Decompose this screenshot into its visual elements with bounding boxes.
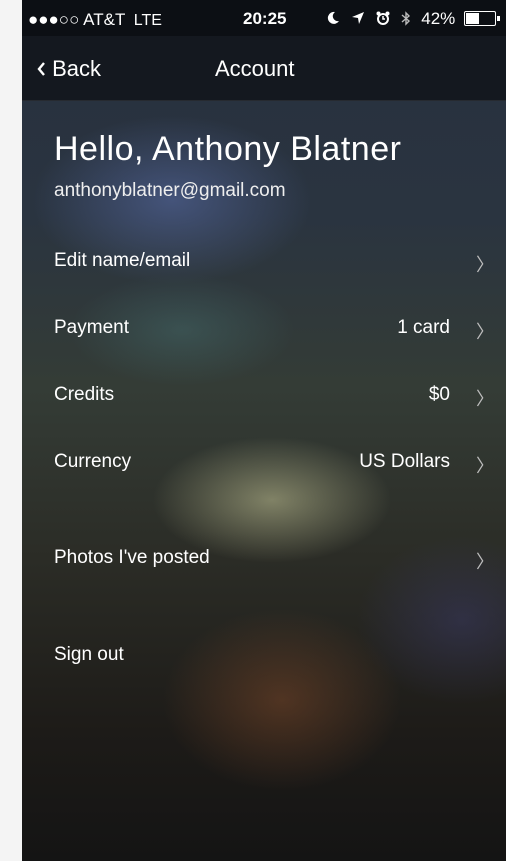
location-arrow-icon <box>352 12 365 24</box>
page-title: Account <box>215 56 295 81</box>
chevron-right-icon: 〉 <box>476 389 494 409</box>
clock: 20:25 <box>243 9 287 28</box>
row-value: 1 card <box>397 317 450 338</box>
left-margin <box>0 0 23 861</box>
signal-dots: ●●●○○ <box>28 10 80 29</box>
sign-out-row[interactable]: Sign out <box>54 636 506 670</box>
user-email: anthonyblatner@gmail.com <box>54 180 286 201</box>
account-screen: ●●●○○ AT&T LTE 20:25 42% Back Account He… <box>22 0 506 861</box>
row-label: Photos I've posted <box>54 547 210 568</box>
payment-row[interactable]: Payment 1 card 〉 <box>54 309 506 343</box>
navigation-bar: Back Account <box>22 36 506 101</box>
carrier-name: AT&T <box>83 10 126 29</box>
photos-posted-row[interactable]: Photos I've posted 〉 <box>54 539 506 573</box>
chevron-right-icon: 〉 <box>476 255 494 275</box>
alarm-icon <box>376 11 390 25</box>
chevron-right-icon: 〉 <box>476 322 494 342</box>
row-label: Currency <box>54 451 132 472</box>
edit-name-email-row[interactable]: Edit name/email 〉 <box>54 242 506 276</box>
credits-row[interactable]: Credits $0 〉 <box>54 376 506 410</box>
row-value: US Dollars <box>359 451 450 472</box>
status-icons: 42% <box>326 9 500 29</box>
greeting: Hello, Anthony Blatner <box>54 130 402 168</box>
chevron-left-icon <box>37 62 45 76</box>
bluetooth-icon <box>401 11 410 26</box>
network-type: LTE <box>133 12 162 29</box>
carrier-info: ●●●○○ AT&T LTE <box>28 10 162 30</box>
row-label: Edit name/email <box>54 250 191 271</box>
sign-out-label: Sign out <box>54 644 124 665</box>
moon-icon <box>328 11 340 24</box>
row-label: Payment <box>54 317 129 338</box>
row-label: Credits <box>54 384 115 405</box>
battery-icon <box>464 11 500 26</box>
battery-percent: 42% <box>421 9 456 28</box>
back-label: Back <box>52 56 102 81</box>
back-button[interactable]: Back <box>36 56 101 82</box>
currency-row[interactable]: Currency US Dollars 〉 <box>54 443 506 477</box>
row-value: $0 <box>428 384 450 405</box>
status-bar: ●●●○○ AT&T LTE 20:25 42% <box>22 0 506 36</box>
chevron-right-icon: 〉 <box>476 456 494 476</box>
chevron-right-icon: 〉 <box>476 552 494 572</box>
